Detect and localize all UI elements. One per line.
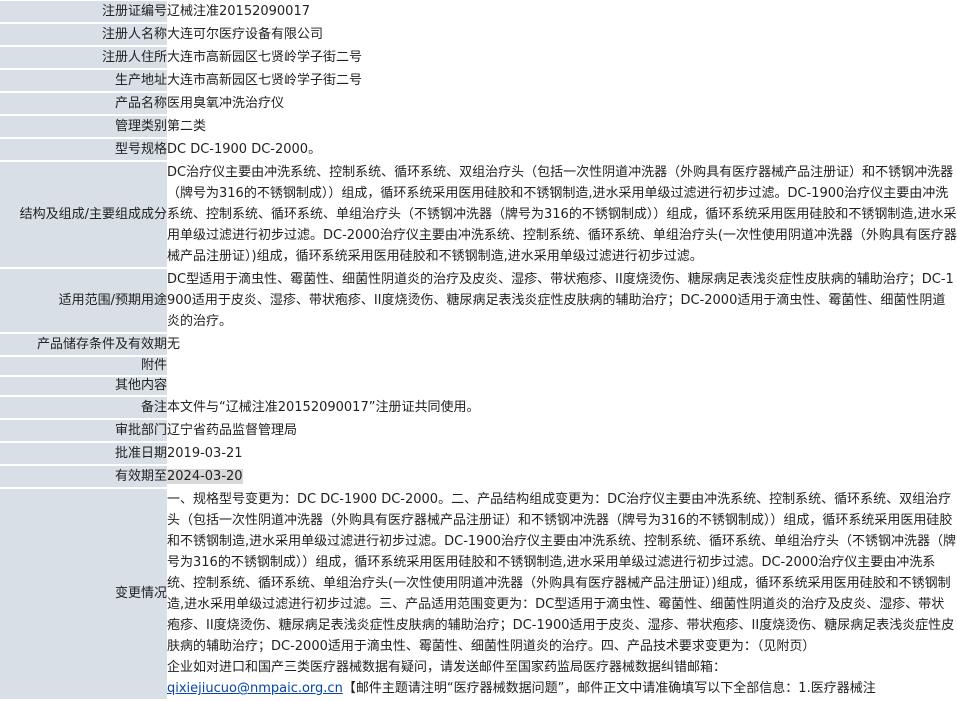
- value-management-category: 第二类: [167, 116, 957, 137]
- row-change-history: 变更情况 一、规格型号变更为：DC DC-1900 DC-2000。二、产品结构…: [0, 489, 957, 699]
- notice-instructions: 【邮件主题请注明“医疗器械数据问题”，邮件正文中请准确填写以下全部信息：1.医疗…: [342, 681, 876, 696]
- value-change-history: 一、规格型号变更为：DC DC-1900 DC-2000。二、产品结构组成变更为…: [167, 492, 956, 654]
- label-model-spec: 型号规格: [0, 139, 167, 160]
- row-other-content: 其他内容: [0, 377, 957, 395]
- label-approval-department: 审批部门: [0, 420, 167, 441]
- label-product-name: 产品名称: [0, 93, 167, 114]
- label-valid-until: 有效期至: [0, 466, 167, 487]
- row-approval-date: 批准日期 2019-03-21: [0, 443, 957, 464]
- value-registration-number: 辽械注准20152090017: [167, 1, 957, 22]
- row-remarks: 备注 本文件与“辽械注准20152090017”注册证共同使用。: [0, 397, 957, 418]
- row-production-address: 生产地址 大连市高新园区七贤岭学子街二号: [0, 70, 957, 91]
- row-approval-department: 审批部门 辽宁省药品监督管理局: [0, 420, 957, 441]
- value-registrant-address: 大连市高新园区七贤岭学子街二号: [167, 47, 957, 68]
- value-other-content: [167, 377, 957, 395]
- row-model-spec: 型号规格 DC DC-1900 DC-2000。: [0, 139, 957, 160]
- row-storage-conditions: 产品储存条件及有效期 无: [0, 334, 957, 355]
- label-intended-use: 适用范围/预期用途: [0, 269, 167, 332]
- label-other-content: 其他内容: [0, 377, 167, 395]
- label-registrant-name: 注册人名称: [0, 24, 167, 45]
- label-change-history: 变更情况: [0, 489, 167, 699]
- value-valid-until[interactable]: 2024-03-20: [167, 469, 243, 484]
- row-attachments: 附件: [0, 357, 957, 375]
- label-registration-number: 注册证编号: [0, 1, 167, 22]
- row-structure-composition: 结构及组成/主要组成成分 DC治疗仪主要由冲洗系统、控制系统、循环系统、双组治疗…: [0, 162, 957, 267]
- row-intended-use: 适用范围/预期用途 DC型适用于滴虫性、霉菌性、细菌性阴道炎的治疗及皮炎、湿疹、…: [0, 269, 957, 332]
- row-product-name: 产品名称 医用臭氧冲洗治疗仪: [0, 93, 957, 114]
- row-registrant-name: 注册人名称 大连可尔医疗设备有限公司: [0, 24, 957, 45]
- value-storage-conditions: 无: [167, 334, 957, 355]
- value-attachments: [167, 357, 957, 375]
- label-registrant-address: 注册人住所: [0, 47, 167, 68]
- value-product-name: 医用臭氧冲洗治疗仪: [167, 93, 957, 114]
- notice-text: 企业如对进口和国产三类医疗器械数据有疑问，请发送邮件至国家药监局医疗器械数据纠错…: [167, 660, 727, 675]
- registration-detail-table: 注册证编号 辽械注准20152090017 注册人名称 大连可尔医疗设备有限公司…: [0, 0, 957, 701]
- value-production-address: 大连市高新园区七贤岭学子街二号: [167, 70, 957, 91]
- label-remarks: 备注: [0, 397, 167, 418]
- value-registrant-name: 大连可尔医疗设备有限公司: [167, 24, 957, 45]
- label-storage-conditions: 产品储存条件及有效期: [0, 334, 167, 355]
- data-correction-notice: 企业如对进口和国产三类医疗器械数据有疑问，请发送邮件至国家药监局医疗器械数据纠错…: [167, 657, 957, 699]
- value-approval-date: 2019-03-21: [167, 443, 957, 464]
- value-model-spec: DC DC-1900 DC-2000。: [167, 139, 957, 160]
- row-registration-number: 注册证编号 辽械注准20152090017: [0, 1, 957, 22]
- label-production-address: 生产地址: [0, 70, 167, 91]
- row-valid-until: 有效期至 2024-03-20: [0, 466, 957, 487]
- row-management-category: 管理类别 第二类: [0, 116, 957, 137]
- value-intended-use: DC型适用于滴虫性、霉菌性、细菌性阴道炎的治疗及皮炎、湿疹、带状疱疹、II度烧烫…: [167, 269, 957, 332]
- value-approval-department: 辽宁省药品监督管理局: [167, 420, 957, 441]
- row-registrant-address: 注册人住所 大连市高新园区七贤岭学子街二号: [0, 47, 957, 68]
- label-attachments: 附件: [0, 357, 167, 375]
- correction-email-link[interactable]: qixiejiucuo@nmpaic.org.cn: [167, 681, 343, 696]
- label-approval-date: 批准日期: [0, 443, 167, 464]
- label-structure-composition: 结构及组成/主要组成成分: [0, 162, 167, 267]
- label-management-category: 管理类别: [0, 116, 167, 137]
- value-remarks: 本文件与“辽械注准20152090017”注册证共同使用。: [167, 397, 957, 418]
- value-structure-composition: DC治疗仪主要由冲洗系统、控制系统、循环系统、双组治疗头（包括一次性阴道冲洗器（…: [167, 162, 957, 267]
